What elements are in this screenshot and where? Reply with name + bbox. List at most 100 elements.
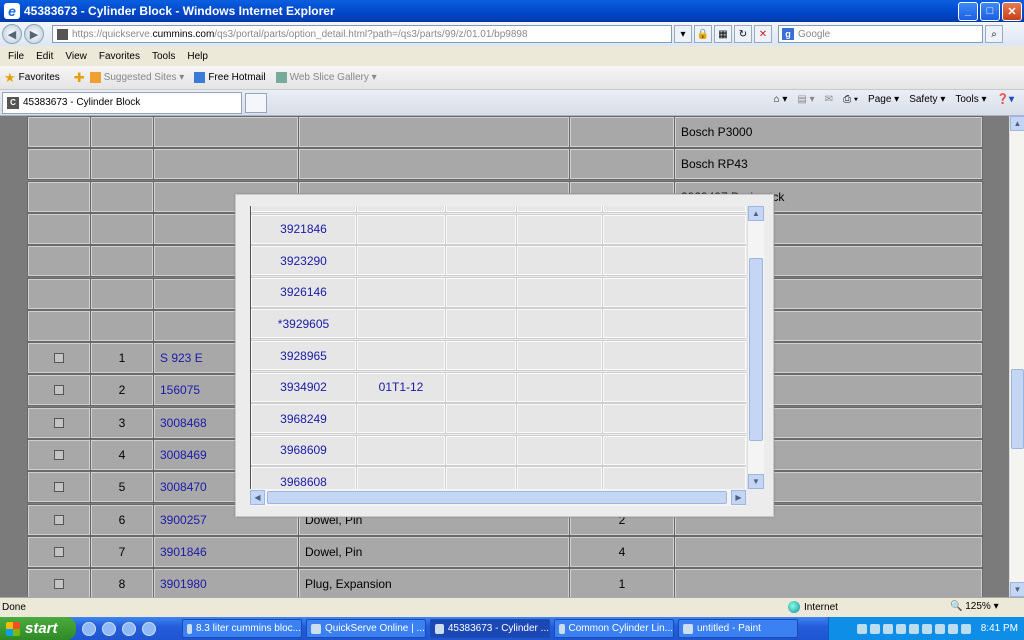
search-icon[interactable]: ⌕: [985, 25, 1003, 43]
new-tab-button[interactable]: [245, 92, 267, 113]
popup-part-link[interactable]: 3921846: [280, 222, 327, 236]
home-icon[interactable]: ⌂ ▾: [774, 94, 788, 105]
web-slice-gallery-link[interactable]: Web Slice Gallery ▾: [275, 72, 377, 83]
print-icon[interactable]: ⎙ ▾: [843, 94, 858, 105]
popup-cell[interactable]: 3928965: [251, 340, 357, 371]
popup-cell[interactable]: 3968608: [251, 466, 357, 489]
part-number-link[interactable]: 3900257: [160, 513, 207, 527]
tray-icon[interactable]: [895, 623, 906, 634]
page-scroll-thumb[interactable]: [1011, 369, 1024, 449]
address-input[interactable]: https://quickserve. cummins.com/qs3/porta…: [52, 25, 672, 43]
favorites-button[interactable]: ★ Favorites: [4, 70, 60, 86]
tray-icon[interactable]: [882, 623, 893, 634]
tray-icon[interactable]: [908, 623, 919, 634]
zoom-level[interactable]: 🔍 125% ▾: [950, 601, 999, 612]
part-number-link[interactable]: S 923 E: [160, 351, 203, 365]
page-vertical-scrollbar[interactable]: ▲ ▼: [1009, 116, 1024, 597]
menu-view[interactable]: View: [65, 51, 87, 62]
menu-tools[interactable]: Tools: [152, 51, 175, 62]
taskbar-item[interactable]: QuickServe Online | ...: [306, 619, 426, 638]
taskbar-item[interactable]: 45383673 - Cylinder ...: [430, 619, 550, 638]
popup-cell[interactable]: 3921846: [251, 213, 357, 245]
popup-cell[interactable]: 3921066: [251, 206, 357, 213]
part-number-link[interactable]: 3008468: [160, 416, 207, 430]
row-checkbox[interactable]: [54, 579, 64, 590]
taskbar-item[interactable]: untitled - Paint: [678, 619, 798, 638]
suggested-sites-link[interactable]: Suggested Sites ▾: [89, 72, 184, 83]
stop-icon[interactable]: ✕: [754, 25, 772, 43]
part-number-link[interactable]: 3008469: [160, 448, 207, 462]
tray-icon[interactable]: [960, 623, 971, 634]
address-dropdown-icon[interactable]: ▾: [674, 25, 692, 43]
close-window-button[interactable]: ✕: [1002, 1, 1022, 21]
minimize-button[interactable]: _: [958, 1, 978, 21]
taskbar-item[interactable]: Common Cylinder Lin...: [554, 619, 674, 638]
tray-icon[interactable]: [856, 623, 867, 634]
popup-cell[interactable]: 3923290: [251, 245, 357, 277]
part-number-link[interactable]: 3901846: [160, 545, 207, 559]
quicklaunch-globe-icon[interactable]: [122, 621, 136, 636]
row-checkbox[interactable]: [54, 482, 64, 493]
row-checkbox[interactable]: [54, 450, 64, 460]
table-cell-c3[interactable]: [153, 148, 299, 181]
tray-icon[interactable]: [869, 623, 880, 634]
table-cell-c3[interactable]: 3901980: [153, 568, 299, 597]
help-icon[interactable]: ❓▾: [997, 94, 1014, 105]
tray-icon[interactable]: [921, 623, 932, 634]
scroll-down-icon[interactable]: ▼: [1010, 582, 1024, 597]
security-zone[interactable]: Internet: [788, 601, 838, 613]
part-number-link[interactable]: 3901980: [160, 577, 207, 591]
popup-part-link[interactable]: 3926146: [280, 285, 327, 299]
popup-part-link[interactable]: *3929605: [278, 317, 329, 331]
menu-edit[interactable]: Edit: [36, 51, 53, 62]
scroll-up-icon[interactable]: ▲: [1010, 116, 1024, 131]
quicklaunch-chrome-icon[interactable]: [142, 621, 156, 636]
tab-cylinder-block[interactable]: C 45383673 - Cylinder Block: [2, 91, 242, 114]
popup-cell[interactable]: 3926146: [251, 276, 357, 308]
taskbar-item[interactable]: 8.3 liter cummins bloc...: [182, 619, 302, 638]
quicklaunch-ie-icon[interactable]: [82, 621, 96, 636]
tray-icon[interactable]: [947, 623, 958, 634]
popup-scroll-thumb[interactable]: [749, 258, 763, 441]
popup-scroll-down-icon[interactable]: ▼: [748, 474, 764, 489]
popup-part-link[interactable]: 3923290: [280, 254, 327, 268]
menu-file[interactable]: File: [8, 51, 24, 62]
tools-menu[interactable]: Tools ▾: [955, 94, 986, 105]
popup-vertical-scrollbar[interactable]: ▲ ▼: [747, 206, 764, 489]
search-input[interactable]: g Google: [778, 25, 983, 43]
row-checkbox[interactable]: [54, 385, 64, 396]
feeds-icon[interactable]: ▤ ▾: [797, 94, 814, 105]
safety-menu[interactable]: Safety ▾: [909, 94, 945, 105]
popup-part-link[interactable]: 3968609: [280, 443, 327, 457]
quicklaunch-outlook-icon[interactable]: [102, 621, 116, 636]
popup-horizontal-scrollbar[interactable]: ◀ ▶: [250, 489, 746, 506]
refresh-icon[interactable]: ↻: [734, 25, 752, 43]
start-button[interactable]: start: [0, 617, 76, 640]
back-button[interactable]: ◀: [2, 24, 22, 44]
forward-button[interactable]: ▶: [24, 24, 44, 44]
menu-favorites[interactable]: Favorites: [99, 51, 140, 62]
mail-icon[interactable]: ✉: [825, 94, 833, 105]
popup-hscroll-thumb[interactable]: [267, 491, 727, 504]
row-checkbox[interactable]: [54, 417, 64, 428]
popup-cell[interactable]: *3929605: [251, 308, 357, 340]
page-menu[interactable]: Page ▾: [868, 94, 899, 105]
part-number-link[interactable]: 3008470: [160, 480, 207, 494]
maximize-button[interactable]: □: [980, 1, 1000, 21]
popup-part-link[interactable]: 3968608: [280, 475, 327, 489]
menu-help[interactable]: Help: [187, 51, 208, 62]
popup-scroll-right-icon[interactable]: ▶: [731, 490, 746, 505]
table-cell-c3[interactable]: 3901846: [153, 535, 299, 568]
table-cell-c3[interactable]: [153, 116, 299, 148]
add-favorite-button[interactable]: ✚: [74, 70, 88, 86]
tray-icon[interactable]: [934, 623, 945, 634]
row-checkbox[interactable]: [54, 353, 64, 364]
popup-cell[interactable]: 3934902: [251, 371, 357, 403]
compatibility-view-icon[interactable]: ▦: [714, 25, 732, 43]
lock-icon[interactable]: 🔒: [694, 25, 712, 43]
popup-scroll-up-icon[interactable]: ▲: [748, 206, 764, 221]
row-checkbox[interactable]: [54, 546, 64, 557]
free-hotmail-link[interactable]: Free Hotmail: [194, 72, 266, 83]
part-number-link[interactable]: 156075: [160, 383, 200, 397]
popup-cell[interactable]: 3968249: [251, 403, 357, 435]
